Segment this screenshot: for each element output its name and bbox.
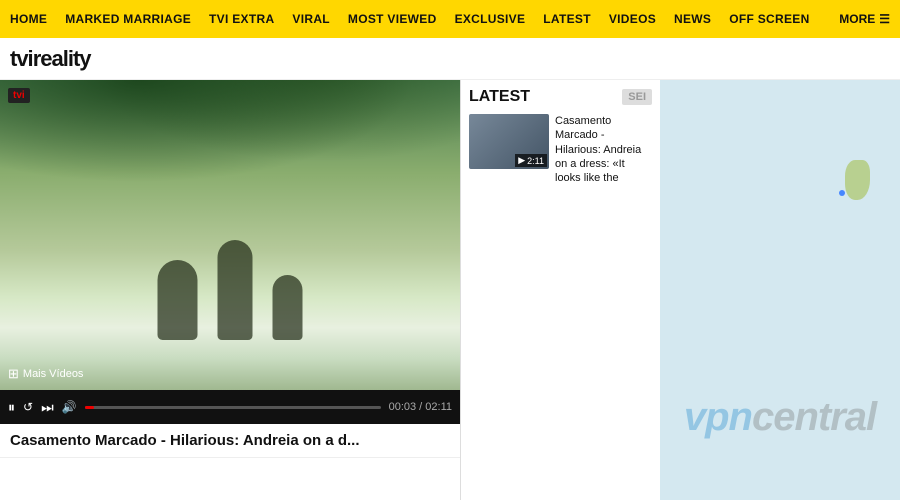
logo-reality: reality: [33, 46, 91, 71]
central-text: central: [752, 395, 876, 439]
channel-badge: tvi: [8, 88, 30, 103]
nav-news[interactable]: NEWS: [674, 12, 711, 26]
map-ireland: [845, 160, 870, 200]
nav-home[interactable]: HOME: [10, 12, 47, 26]
latest-header: LATEST SEI: [469, 88, 652, 106]
nav-latest[interactable]: LATEST: [543, 12, 591, 26]
latest-item[interactable]: ▶2:11 Casamento Marcado - Hilarious: And…: [469, 114, 652, 185]
mais-videos-label: ⊞ Mais Vídeos: [8, 366, 83, 382]
logo-tvi: tvi: [10, 46, 33, 71]
top-navigation: HOME MARKED MARRIAGE TVI EXTRA VIRAL MOS…: [0, 0, 900, 38]
video-silhouette: [158, 240, 303, 340]
tree-overlay: [0, 80, 460, 200]
video-controls: ⏸ ↺ ⏭ 🔊 00:03 / 02:11: [0, 390, 460, 424]
latest-search[interactable]: SEI: [622, 89, 652, 105]
silhouette-3: [273, 275, 303, 340]
silhouette-1: [158, 260, 198, 340]
rewind-button[interactable]: ↺: [23, 400, 33, 414]
menu-icon: ☰: [879, 12, 890, 26]
more-label: MORE: [839, 12, 875, 26]
nav-videos[interactable]: VIDEOS: [609, 12, 656, 26]
nav-exclusive[interactable]: EXCLUSIVE: [455, 12, 526, 26]
site-logo[interactable]: tvireality: [10, 46, 91, 72]
map-dot-1: [839, 190, 845, 196]
nav-more-button[interactable]: MORE ☰: [839, 12, 890, 26]
nav-marked-marriage[interactable]: MARKED MARRIAGE: [65, 12, 191, 26]
latest-section: LATEST SEI ▶2:11 Casamento Marcado - Hil…: [460, 80, 660, 500]
mais-videos-icon: ⊞: [8, 366, 19, 382]
thumb-duration: ▶2:11: [515, 154, 547, 167]
nav-tvi-extra[interactable]: TVI EXTRA: [209, 12, 274, 26]
video-player[interactable]: tvi ⊞ Mais Vídeos: [0, 80, 460, 390]
silhouette-2: [218, 240, 253, 340]
nav-most-viewed[interactable]: MOST VIEWED: [348, 12, 437, 26]
skip-button[interactable]: ⏭: [41, 399, 54, 416]
logo-bar: tvireality: [0, 38, 900, 80]
progress-fill: [85, 406, 94, 409]
video-title: Casamento Marcado - Hilarious: Andreia o…: [0, 424, 460, 458]
video-section: tvi ⊞ Mais Vídeos ⏸ ↺ ⏭ 🔊 00:03 / 02:11: [0, 80, 460, 500]
main-area: tvi ⊞ Mais Vídeos ⏸ ↺ ⏭ 🔊 00:03 / 02:11: [0, 80, 900, 500]
latest-item-title: Casamento Marcado - Hilarious: Andreia o…: [555, 114, 652, 185]
progress-bar[interactable]: [85, 406, 381, 409]
nav-viral[interactable]: VIRAL: [292, 12, 330, 26]
time-display: 00:03 / 02:11: [389, 401, 452, 413]
play-pause-button[interactable]: ⏸: [8, 399, 15, 416]
nav-off-screen[interactable]: OFF SCREEN: [729, 12, 809, 26]
volume-button[interactable]: 🔊: [62, 400, 77, 414]
vpn-text: vpn: [684, 395, 752, 439]
latest-thumbnail: ▶2:11: [469, 114, 549, 169]
vpncentral-watermark: vpncentral: [660, 395, 900, 440]
map-section: vpncentral 🌐 🛡 ⬡ ⚙ N NordVPN CONNECTED: [660, 80, 900, 500]
